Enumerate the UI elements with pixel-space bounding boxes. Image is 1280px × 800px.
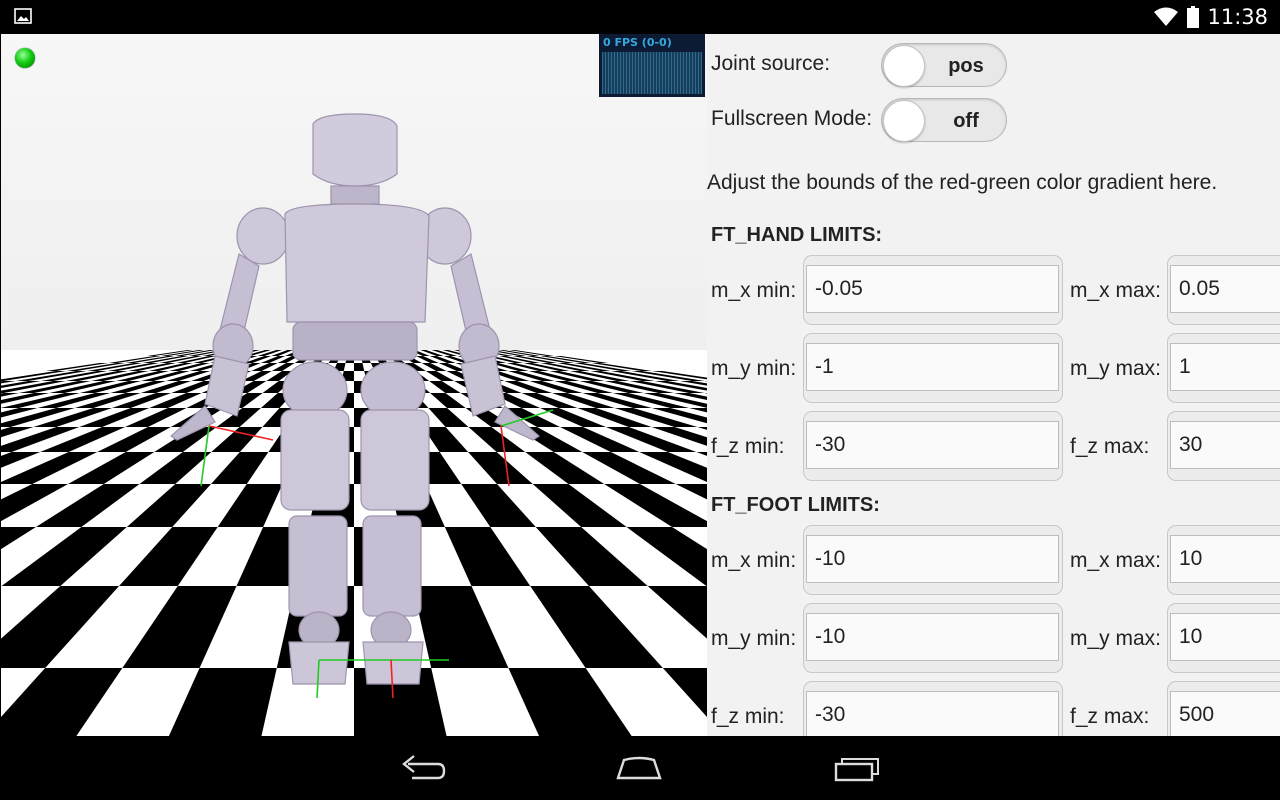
floor-tile (662, 668, 707, 717)
ft-foot-limits-title: FT_FOOT LIMITS: (711, 494, 880, 516)
floor-tile (468, 452, 533, 484)
hand-mx-max-label: m_x max: (1070, 279, 1162, 302)
hand-fz-min-field[interactable]: -30 (803, 411, 1063, 481)
joint-source-toggle[interactable]: pos (881, 43, 1007, 87)
hand-my-min-input[interactable]: -1 (806, 343, 1059, 391)
hand-mx-max-input[interactable]: 0.05 (1170, 265, 1280, 313)
connection-status-indicator (15, 48, 35, 68)
foot-fz-max-label: f_z max: (1070, 705, 1150, 728)
recent-apps-icon[interactable] (832, 752, 882, 784)
robot-scene (1, 34, 707, 736)
clock: 11:38 (1207, 5, 1268, 29)
floor-tile (430, 393, 466, 408)
toggle-knob (883, 45, 925, 87)
foot-fz-max-input[interactable]: 500 (1170, 691, 1280, 736)
floor-tile (428, 408, 469, 427)
foot-my-max-label: m_y max: (1070, 627, 1162, 650)
foot-mx-max-label: m_x max: (1070, 549, 1162, 572)
hand-mx-min-label: m_x min: (711, 279, 797, 302)
floor-tile (139, 452, 212, 484)
checkerboard-floor (1, 350, 707, 736)
back-icon[interactable] (398, 752, 448, 784)
fps-graph (602, 52, 702, 94)
fps-label: 0 FPS (0-0) (603, 36, 672, 49)
foot-my-max-field[interactable]: 10 (1167, 603, 1280, 673)
foot-my-min-field[interactable]: -10 (803, 603, 1063, 673)
fullscreen-mode-value: off (953, 110, 979, 132)
foot-fz-min-field[interactable]: -30 (803, 681, 1063, 736)
hand-mx-min-field[interactable]: -0.05 (803, 255, 1063, 325)
floor-tile (461, 484, 536, 527)
foot-my-max-input[interactable]: 10 (1170, 613, 1280, 661)
fullscreen-mode-toggle[interactable]: off (881, 98, 1007, 142)
floor-tile (626, 527, 707, 586)
joint-source-label: Joint source: (711, 52, 831, 75)
hand-fz-max-input[interactable]: 30 (1170, 421, 1280, 469)
floor-tile (126, 484, 212, 527)
floor-tile (412, 586, 509, 668)
foot-mx-max-input[interactable]: 10 (1170, 535, 1280, 583)
foot-mx-max-field[interactable]: 10 (1167, 525, 1280, 595)
foot-my-min-input[interactable]: -10 (806, 613, 1059, 661)
status-bar: 11:38 (0, 0, 1280, 34)
hand-mx-min-input[interactable]: -0.05 (806, 265, 1059, 313)
hand-my-max-label: m_y max: (1070, 357, 1162, 380)
floor-tile (217, 484, 283, 527)
joint-source-value: pos (948, 55, 984, 77)
settings-panel[interactable]: Joint source: pos Fullscreen Mode: off A… (707, 34, 1280, 736)
floor-tile (168, 668, 277, 736)
battery-icon (1187, 6, 1200, 28)
image-notification-icon (14, 8, 32, 24)
hand-my-max-field[interactable]: 1 (1167, 333, 1280, 403)
foot-my-min-label: m_y min: (711, 627, 797, 650)
floor-tile (647, 586, 707, 639)
toggle-knob (883, 100, 925, 142)
foot-fz-min-label: f_z min: (711, 705, 785, 728)
robot-3d-viewport[interactable]: 0 FPS (0-0) (1, 34, 707, 736)
hand-my-min-field[interactable]: -1 (803, 333, 1063, 403)
foot-fz-min-input[interactable]: -30 (806, 691, 1059, 736)
floor-tile (211, 452, 269, 484)
wifi-icon (1154, 7, 1179, 26)
fps-stats-overlay: 0 FPS (0-0) (599, 34, 705, 97)
floor-tile (119, 527, 218, 586)
hand-fz-max-field[interactable]: 30 (1167, 411, 1280, 481)
gradient-description: Adjust the bounds of the red-green color… (707, 171, 1218, 194)
hand-mx-max-field[interactable]: 0.05 (1167, 255, 1280, 325)
floor-tile (211, 427, 263, 452)
floor-tile (532, 484, 627, 527)
home-icon[interactable] (614, 752, 664, 784)
hand-my-min-label: m_y min: (711, 357, 797, 380)
hand-my-max-input[interactable]: 1 (1170, 343, 1280, 391)
foot-mx-min-field[interactable]: -10 (803, 525, 1063, 595)
floor-tile (530, 586, 663, 668)
hand-fz-min-label: f_z min: (711, 435, 785, 458)
floor-tile (444, 527, 531, 586)
hand-fz-min-input[interactable]: -30 (806, 421, 1059, 469)
foot-fz-max-field[interactable]: 500 (1167, 681, 1280, 736)
floor-tile (354, 363, 365, 371)
navigation-bar (0, 736, 1280, 800)
floor-tile (122, 586, 237, 668)
foot-mx-min-input[interactable]: -10 (806, 535, 1059, 583)
floor-tile (508, 668, 632, 736)
floor-tile (1, 668, 123, 736)
ft-hand-limits-title: FT_HAND LIMITS: (711, 224, 883, 246)
floor-tile (429, 381, 461, 393)
hand-fz-max-label: f_z max: (1070, 435, 1150, 458)
fullscreen-mode-label: Fullscreen Mode: (711, 107, 873, 130)
floor-tile (1, 586, 120, 668)
foot-mx-min-label: m_x min: (711, 549, 797, 572)
floor-tile (535, 527, 648, 586)
